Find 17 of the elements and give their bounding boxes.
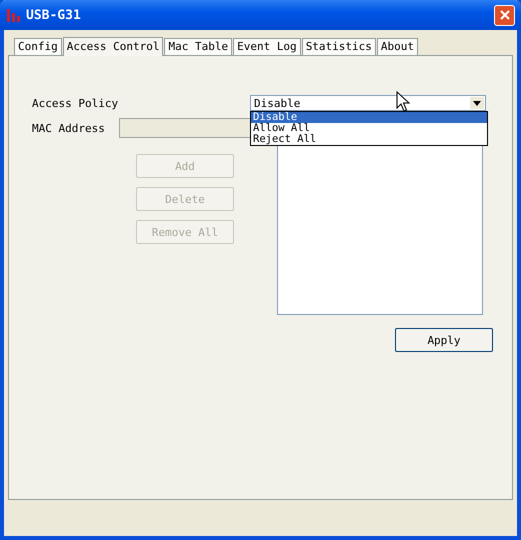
signal-bars-icon (6, 7, 22, 23)
dropdown-option[interactable]: Disable (251, 112, 487, 123)
window-title: USB-G31 (26, 8, 82, 22)
close-button[interactable] (494, 4, 515, 26)
dropdown-option[interactable]: Allow All (251, 123, 487, 134)
field-label: Access Policy (32, 96, 120, 110)
field-label: MAC Address (32, 122, 106, 134)
dropdown-option[interactable]: Reject All (251, 134, 487, 145)
tab[interactable]: Event Log (233, 38, 301, 55)
access-policy-dropdown[interactable]: Disable (250, 95, 486, 111)
tab[interactable]: About (376, 38, 418, 55)
apply-button[interactable]: Apply (395, 328, 493, 352)
close-icon[interactable] (498, 9, 510, 21)
tab[interactable]: Access Control (62, 37, 164, 56)
tab[interactable]: Mac Table (164, 38, 232, 55)
tab[interactable]: Statistics (302, 38, 376, 55)
tab[interactable]: Config (14, 38, 62, 55)
